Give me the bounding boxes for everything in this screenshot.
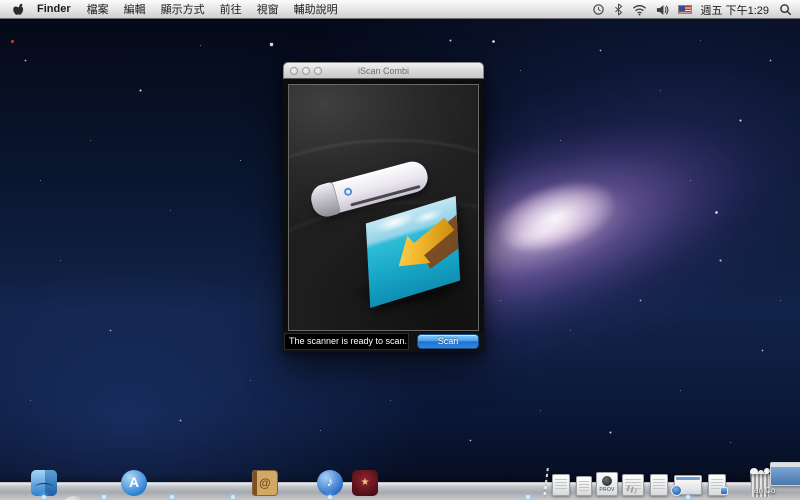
menu-view[interactable]: 顯示方式: [161, 1, 205, 17]
dock-icon-itunes[interactable]: ♪: [317, 470, 343, 496]
volume-icon[interactable]: [656, 4, 669, 16]
menu-app-name[interactable]: Finder: [37, 3, 71, 15]
running-indicator: [170, 495, 174, 499]
running-indicator: [686, 495, 690, 499]
running-indicator: [526, 495, 530, 499]
clock-badge-icon: [671, 485, 682, 496]
dock-minimized-window[interactable]: [671, 475, 702, 496]
minimize-button[interactable]: [302, 67, 310, 75]
dock-minimized-document[interactable]: [576, 476, 592, 496]
dock-minimized-document-prov[interactable]: PROV: [596, 472, 618, 496]
window-title-bar-thumb: [676, 477, 700, 480]
prov-seal-icon: [602, 476, 612, 486]
desktop: Finder 檔案 編輯 顯示方式 前往 視窗 輔助說明 週五 下午1:29 i…: [0, 0, 800, 500]
wifi-icon[interactable]: [632, 4, 647, 16]
dock-icon-app-store[interactable]: A: [121, 470, 147, 496]
blue-app-badge-icon: [720, 487, 728, 495]
dock-minimized-document[interactable]: [650, 474, 668, 496]
prov-label: PROV: [599, 487, 615, 493]
running-indicator: [328, 495, 332, 499]
dock-icon-finder[interactable]: [31, 470, 57, 496]
spotlight-icon[interactable]: [779, 3, 792, 16]
zoom-button[interactable]: [314, 67, 322, 75]
menu-help[interactable]: 輔助說明: [294, 1, 338, 17]
window-status-bar: The scanner is ready to scan. Scan: [283, 332, 484, 352]
dock-minimized-document[interactable]: [552, 474, 570, 496]
menu-bar-status-area: 週五 下午1:29: [592, 0, 800, 19]
running-indicator: [102, 495, 106, 499]
dock-icon-address-book[interactable]: @: [252, 470, 278, 496]
dock-minimized-document[interactable]: [708, 474, 728, 496]
dock-icon-imovie[interactable]: ★: [352, 470, 378, 496]
desktop-corner-window-thumbnail[interactable]: [770, 462, 800, 486]
menu-edit[interactable]: 編輯: [124, 1, 146, 17]
scanner-preview-panel: [288, 84, 479, 331]
menu-bar-clock[interactable]: 週五 下午1:29: [701, 2, 769, 18]
corner-window-label: an Co: [754, 486, 776, 495]
apple-menu-icon[interactable]: [13, 3, 25, 16]
dock: A @ 15 ♪ ★ PROV: [0, 462, 800, 500]
bluetooth-icon[interactable]: [614, 3, 623, 16]
scanner-led-ring: [343, 186, 354, 197]
scan-button[interactable]: Scan: [417, 334, 479, 349]
menu-window[interactable]: 視窗: [257, 1, 279, 17]
window-title-bar[interactable]: iScan Combi: [283, 62, 484, 79]
traffic-lights: [290, 67, 322, 75]
close-button[interactable]: [290, 67, 298, 75]
input-source-flag-icon[interactable]: [677, 5, 692, 14]
scanner-status-text: The scanner is ready to scan.: [284, 333, 409, 350]
time-machine-icon[interactable]: [592, 3, 605, 16]
dock-minimized-window-keychain[interactable]: [622, 474, 644, 496]
window-title: iScan Combi: [357, 65, 410, 76]
running-indicator: [231, 495, 235, 499]
iscan-combi-window: iScan Combi The scanner is ready to scan…: [283, 62, 484, 352]
running-indicator: [42, 495, 46, 499]
menu-bar: Finder 檔案 編輯 顯示方式 前往 視窗 輔助說明 週五 下午1:29: [0, 0, 800, 19]
menu-file[interactable]: 檔案: [87, 1, 109, 17]
menu-go[interactable]: 前往: [220, 1, 242, 17]
